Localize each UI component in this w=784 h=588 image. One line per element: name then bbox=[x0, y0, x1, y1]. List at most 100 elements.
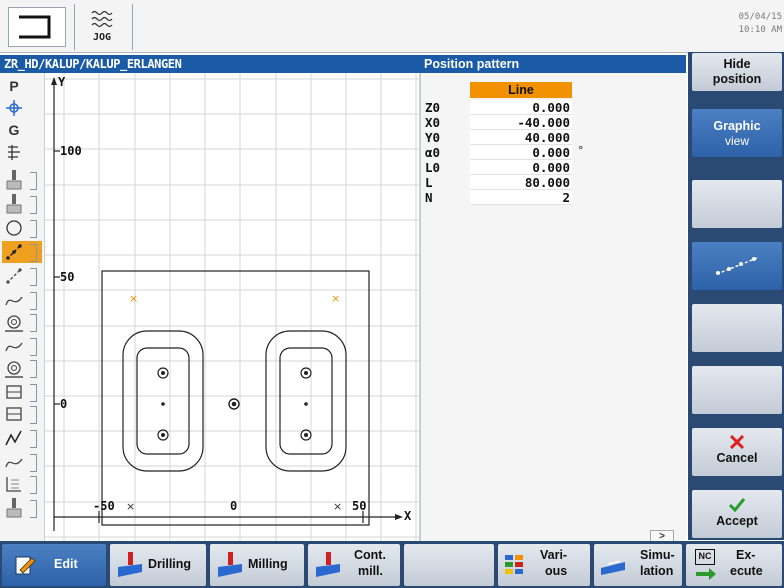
softkey-empty-2[interactable] bbox=[692, 304, 782, 352]
graphic-view[interactable]: × × Y X 100 50 0 -50 × 0 × 50 bbox=[45, 73, 419, 541]
param-input-alpha0[interactable]: 0.000 bbox=[470, 145, 572, 160]
step-rect-pocket-1[interactable] bbox=[2, 381, 42, 403]
step-rect-pocket-2[interactable] bbox=[2, 403, 42, 425]
bracket bbox=[30, 292, 37, 310]
thread-icon bbox=[6, 477, 21, 492]
softkey-empty-1[interactable] bbox=[692, 180, 782, 228]
step-thread[interactable] bbox=[2, 473, 42, 495]
degree-unit: ° bbox=[578, 144, 584, 157]
bracket bbox=[30, 476, 37, 494]
hide-position-button[interactable]: Hide position bbox=[692, 53, 782, 91]
step-line-pattern-2[interactable] bbox=[2, 265, 42, 287]
bracket bbox=[30, 196, 37, 214]
line-pattern-softkey[interactable] bbox=[692, 242, 782, 290]
various-icon bbox=[505, 555, 523, 574]
cancel-button[interactable]: Cancel bbox=[692, 428, 782, 476]
drill-icon bbox=[6, 194, 22, 214]
mode-menu-button[interactable] bbox=[8, 7, 66, 47]
step-positions[interactable] bbox=[2, 427, 42, 449]
bracket bbox=[30, 338, 37, 356]
graphic-label-2: view bbox=[724, 134, 749, 148]
pattern-type-selector[interactable]: Line bbox=[470, 82, 572, 98]
bracket bbox=[30, 244, 37, 262]
y-tick-100: 100 bbox=[60, 144, 82, 158]
program-step-toolbar: P G bbox=[0, 73, 45, 541]
step-line-pattern-active[interactable] bbox=[2, 241, 42, 263]
softkey-empty-bottom[interactable] bbox=[404, 544, 494, 586]
step-drill-3[interactable] bbox=[2, 497, 42, 519]
jog-wave-icon bbox=[91, 10, 113, 28]
bracket bbox=[30, 172, 37, 190]
y-axis-arrow bbox=[51, 77, 57, 85]
centering-icon bbox=[8, 145, 20, 160]
contour-icon bbox=[5, 296, 23, 306]
step-drill-2[interactable] bbox=[2, 193, 42, 215]
step-circle-pattern[interactable] bbox=[2, 217, 42, 239]
cont-label-1: Cont. bbox=[354, 548, 386, 562]
drilling-button[interactable]: Drilling bbox=[110, 544, 206, 586]
accept-label: Accept bbox=[716, 514, 758, 528]
various-label-1: Vari- bbox=[540, 548, 568, 562]
step-contour-2[interactable] bbox=[2, 335, 42, 357]
edit-icon bbox=[15, 556, 36, 575]
program-header-bar: ZR_HD/KALUP/KALUP_ERLANGEN Position patt… bbox=[0, 55, 686, 73]
step-drill-1[interactable] bbox=[2, 169, 42, 191]
bracket bbox=[30, 454, 37, 472]
param-input-y0[interactable]: 40.000 bbox=[470, 130, 572, 145]
edit-label: Edit bbox=[54, 557, 78, 571]
bracket bbox=[30, 406, 37, 424]
execute-button[interactable]: NC Ex- ecute bbox=[686, 544, 782, 586]
x-axis-arrow bbox=[395, 514, 403, 520]
param-label-l0: L0 bbox=[425, 160, 441, 175]
workpiece-outline bbox=[101, 270, 370, 526]
edit-button[interactable]: Edit bbox=[2, 544, 106, 586]
step-g-code[interactable]: G bbox=[2, 119, 42, 141]
graphic-label-1: Graphic bbox=[713, 119, 761, 133]
param-input-z0[interactable]: 0.000 bbox=[470, 100, 572, 115]
pattern-position-mark: × bbox=[129, 292, 139, 305]
pocket-right-inner bbox=[279, 347, 333, 455]
contour-icon bbox=[5, 458, 23, 468]
hide-label-1: Hide bbox=[723, 57, 751, 71]
arbitrary-positions-icon bbox=[5, 430, 22, 446]
y-tick-0: 0 bbox=[60, 397, 68, 411]
step-contour-3[interactable] bbox=[2, 451, 42, 473]
vertical-softkey-bar: Hide position Graphic view Cancel Accept bbox=[688, 52, 784, 540]
contour-icon bbox=[5, 342, 23, 352]
time-display: 10:10 AM bbox=[738, 25, 782, 35]
param-input-l[interactable]: 80.000 bbox=[470, 175, 572, 190]
bracket bbox=[30, 500, 37, 518]
simulation-icon bbox=[601, 560, 625, 575]
circle-pattern-icon bbox=[6, 220, 22, 236]
axis-ticks bbox=[54, 150, 364, 523]
drill-icon bbox=[6, 498, 22, 518]
various-button[interactable]: Vari- ous bbox=[498, 544, 590, 586]
softkey-empty-3[interactable] bbox=[692, 366, 782, 414]
graphic-view-button[interactable]: Graphic view bbox=[692, 109, 782, 157]
param-label-alpha0: α0 bbox=[425, 145, 441, 160]
milling-button[interactable]: Milling bbox=[210, 544, 304, 586]
step-centering[interactable] bbox=[2, 141, 42, 163]
step-tool-change[interactable] bbox=[2, 97, 42, 119]
step-pocket-2[interactable] bbox=[2, 357, 42, 379]
param-input-n[interactable]: 2 bbox=[470, 190, 572, 205]
hide-label-2: position bbox=[712, 72, 762, 86]
step-pocket-1[interactable] bbox=[2, 311, 42, 333]
step-contour-1[interactable] bbox=[2, 289, 42, 311]
simulation-button[interactable]: Simu- lation bbox=[594, 544, 682, 586]
g-label: G bbox=[8, 122, 20, 138]
bracket bbox=[30, 268, 37, 286]
pocket-right-outer bbox=[265, 330, 347, 472]
cancel-label: Cancel bbox=[716, 451, 758, 465]
contour-milling-button[interactable]: Cont. mill. bbox=[308, 544, 400, 586]
execute-arrow-icon bbox=[696, 568, 716, 580]
grid bbox=[45, 73, 419, 541]
param-input-x0[interactable]: -40.000 bbox=[470, 115, 572, 130]
param-label-x0: X0 bbox=[425, 115, 441, 130]
param-input-l0[interactable]: 0.000 bbox=[470, 160, 572, 175]
crosshair-icon bbox=[6, 100, 22, 116]
step-program-header[interactable]: P bbox=[2, 75, 42, 97]
accept-button[interactable]: Accept bbox=[692, 490, 782, 538]
cont-label-2: mill. bbox=[358, 564, 384, 578]
top-status-bar: JOG 05/04/15 10:10 AM bbox=[0, 0, 784, 53]
